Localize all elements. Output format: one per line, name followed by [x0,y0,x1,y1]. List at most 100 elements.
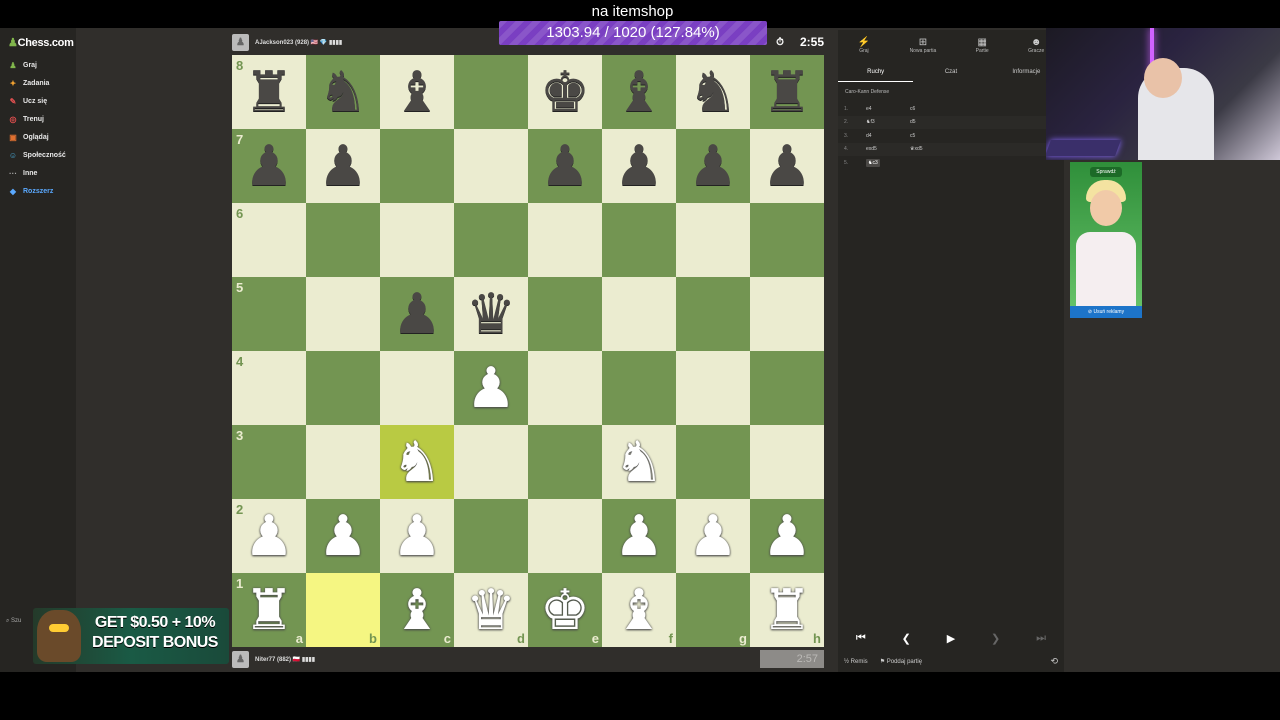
black-pawn-icon[interactable]: ♟ [318,138,368,194]
square-b8[interactable]: ♞ [306,55,380,129]
black-move[interactable]: d5 [906,119,950,125]
sidebar-item-5[interactable]: ☺ Społeczność [8,146,78,164]
black-knight-icon[interactable]: ♞ [688,64,738,120]
square-a2[interactable]: 2 ♟ [232,499,306,573]
square-f8[interactable]: ♝ [602,55,676,129]
square-h4[interactable] [750,351,824,425]
square-e5[interactable] [528,277,602,351]
square-d4[interactable]: ♟ [454,351,528,425]
square-b3[interactable] [306,425,380,499]
square-d6[interactable] [454,203,528,277]
white-pawn-icon[interactable]: ♟ [614,508,664,564]
square-d2[interactable] [454,499,528,573]
square-c5[interactable]: ♟ [380,277,454,351]
white-move[interactable]: ♞f3 [862,119,906,125]
sidebar-item-7[interactable]: ◆ Rozszerz [8,182,78,200]
square-h3[interactable] [750,425,824,499]
square-e2[interactable] [528,499,602,573]
square-b6[interactable] [306,203,380,277]
white-knight-icon[interactable]: ♞ [392,434,442,490]
panel-tab-1[interactable]: ⊞ Nowa partia [910,37,937,54]
prev-move-icon[interactable]: ❮ [902,632,911,645]
black-pawn-icon[interactable]: ♟ [244,138,294,194]
square-c7[interactable] [380,129,454,203]
square-h6[interactable] [750,203,824,277]
white-king-icon[interactable]: ♚ [540,582,590,638]
square-e6[interactable] [528,203,602,277]
square-g8[interactable]: ♞ [676,55,750,129]
resign-button[interactable]: ⚑ Poddaj partię [880,658,922,665]
sidebar-item-2[interactable]: ✎ Ucz się [8,92,78,110]
square-h1[interactable]: h ♜ [750,573,824,647]
square-h2[interactable]: ♟ [750,499,824,573]
tab-moves[interactable]: Ruchy [838,64,914,82]
square-f6[interactable] [602,203,676,277]
white-pawn-icon[interactable]: ♟ [392,508,442,564]
top-player-name[interactable]: AJackson023 (928) 🇺🇸 💎 ▮▮▮▮ [255,39,342,46]
square-e7[interactable]: ♟ [528,129,602,203]
square-b5[interactable] [306,277,380,351]
square-g6[interactable] [676,203,750,277]
black-bishop-icon[interactable]: ♝ [614,64,664,120]
black-pawn-icon[interactable]: ♟ [614,138,664,194]
tab-chat[interactable]: Czat [913,64,988,82]
white-rook-icon[interactable]: ♜ [244,582,294,638]
square-g5[interactable] [676,277,750,351]
square-a8[interactable]: 8 ♜ [232,55,306,129]
square-a7[interactable]: 7 ♟ [232,129,306,203]
black-knight-icon[interactable]: ♞ [318,64,368,120]
sidebar-search[interactable]: ⌕ Szu [6,618,21,625]
square-f1[interactable]: f ♝ [602,573,676,647]
square-d1[interactable]: d ♛ [454,573,528,647]
square-d7[interactable] [454,129,528,203]
square-f3[interactable]: ♞ [602,425,676,499]
black-move[interactable]: c5 [906,133,950,139]
black-pawn-icon[interactable]: ♟ [392,286,442,342]
ad-cta-button[interactable]: Sprawdź [1090,167,1122,177]
white-pawn-icon[interactable]: ♟ [688,508,738,564]
black-queen-icon[interactable]: ♛ [466,286,516,342]
square-c6[interactable] [380,203,454,277]
square-a3[interactable]: 3 [232,425,306,499]
square-g7[interactable]: ♟ [676,129,750,203]
white-knight-icon[interactable]: ♞ [614,434,664,490]
black-move[interactable]: c6 [906,106,950,112]
black-pawn-icon[interactable]: ♟ [540,138,590,194]
black-bishop-icon[interactable]: ♝ [392,64,442,120]
square-a5[interactable]: 5 [232,277,306,351]
square-a1[interactable]: 1 a ♜ [232,573,306,647]
avatar[interactable]: ♟ [232,650,249,668]
white-pawn-icon[interactable]: ♟ [318,508,368,564]
square-g3[interactable] [676,425,750,499]
white-pawn-icon[interactable]: ♟ [762,508,812,564]
first-move-icon[interactable]: ⏮ [856,632,866,645]
square-c1[interactable]: c ♝ [380,573,454,647]
square-f2[interactable]: ♟ [602,499,676,573]
white-bishop-icon[interactable]: ♝ [392,582,442,638]
white-bishop-icon[interactable]: ♝ [614,582,664,638]
square-d3[interactable] [454,425,528,499]
draw-button[interactable]: ½ Remis [844,659,868,665]
square-h7[interactable]: ♟ [750,129,824,203]
square-e8[interactable]: ♚ [528,55,602,129]
advertisement[interactable]: Sprawdź ⊘ Usuń reklamy [1070,162,1142,318]
avatar[interactable]: ♟ [232,33,249,51]
square-c3[interactable]: ♞ [380,425,454,499]
square-h8[interactable]: ♜ [750,55,824,129]
next-move-icon[interactable]: ❯ [991,632,1000,645]
sidebar-item-4[interactable]: ▣ Oglądaj [8,128,78,146]
square-c8[interactable]: ♝ [380,55,454,129]
square-e3[interactable] [528,425,602,499]
chess-logo[interactable]: ♟Chess.com [8,36,74,49]
square-f5[interactable] [602,277,676,351]
black-rook-icon[interactable]: ♜ [762,64,812,120]
white-move[interactable]: exd5 [862,146,906,152]
remove-ads-button[interactable]: ⊘ Usuń reklamy [1070,306,1142,318]
square-b1[interactable]: b [306,573,380,647]
square-g1[interactable]: g [676,573,750,647]
square-g2[interactable]: ♟ [676,499,750,573]
square-b2[interactable]: ♟ [306,499,380,573]
white-move[interactable]: d4 [862,133,906,139]
square-f4[interactable] [602,351,676,425]
chess-board[interactable]: 8 ♜ ♞ ♝ ♚ ♝ ♞ ♜ 7 ♟ ♟ ♟ ♟ ♟ ♟ 6 5 ♟ ♛ 4 ♟ 3 ♞ ♞ 2 ♟ ♟ ♟ ♟ ♟ ♟ 1 a ♜ b c ♝ d ♛ e… [232,55,824,647]
